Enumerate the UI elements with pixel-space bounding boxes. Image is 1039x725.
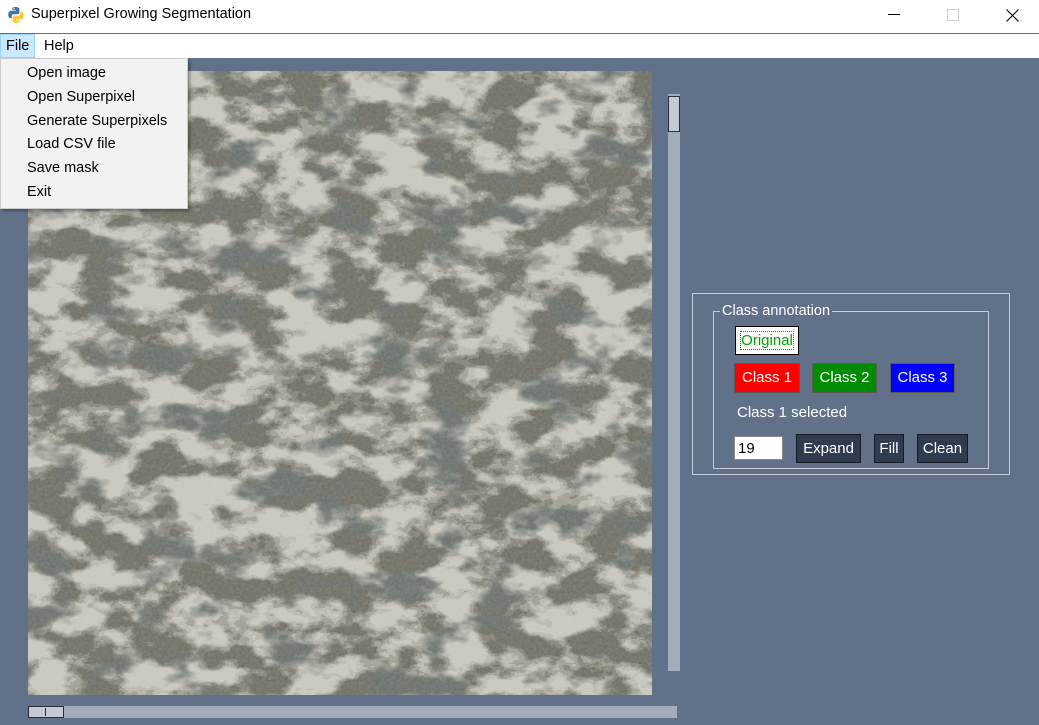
- horizontal-scrollbar[interactable]: [28, 706, 677, 718]
- window-title: Superpixel Growing Segmentation: [31, 6, 252, 22]
- minimize-button[interactable]: [871, 0, 917, 30]
- clean-button[interactable]: Clean: [917, 434, 968, 463]
- class-3-button[interactable]: Class 3: [890, 363, 955, 393]
- vertical-scrollbar-thumb[interactable]: [668, 96, 680, 132]
- menu-file[interactable]: File: [0, 34, 36, 58]
- menu-item-save-mask[interactable]: Save mask: [27, 160, 99, 176]
- menu-item-open-image[interactable]: Open image: [27, 65, 106, 81]
- maximize-button[interactable]: [930, 0, 976, 30]
- minimize-icon: [888, 14, 900, 15]
- title-bar: Superpixel Growing Segmentation: [0, 0, 1039, 33]
- menu-item-generate-superpixels[interactable]: Generate Superpixels: [27, 113, 167, 129]
- file-dropdown-menu: Open image Open Superpixel Generate Supe…: [0, 58, 188, 209]
- expand-button[interactable]: Expand: [796, 434, 861, 463]
- size-input[interactable]: [734, 436, 783, 460]
- class-1-button[interactable]: Class 1: [734, 363, 800, 393]
- horizontal-scrollbar-thumb[interactable]: [28, 706, 64, 718]
- original-button[interactable]: Original: [735, 326, 799, 355]
- menu-item-load-csv[interactable]: Load CSV file: [27, 136, 116, 152]
- class-2-button[interactable]: Class 2: [812, 363, 877, 393]
- menu-item-open-superpixel[interactable]: Open Superpixel: [27, 89, 135, 105]
- close-button[interactable]: [989, 0, 1035, 30]
- menu-bar: File Help: [0, 34, 1039, 58]
- fill-button[interactable]: Fill: [874, 434, 904, 463]
- maximize-icon: [947, 9, 959, 21]
- menu-item-exit[interactable]: Exit: [27, 184, 51, 200]
- close-icon: [1005, 8, 1019, 22]
- vertical-scrollbar[interactable]: [668, 94, 680, 671]
- selection-status: Class 1 selected: [737, 404, 848, 421]
- menu-help[interactable]: Help: [39, 34, 79, 58]
- class-annotation-title: Class annotation: [720, 302, 833, 320]
- python-icon: [8, 7, 24, 23]
- original-button-label: Original: [740, 331, 794, 350]
